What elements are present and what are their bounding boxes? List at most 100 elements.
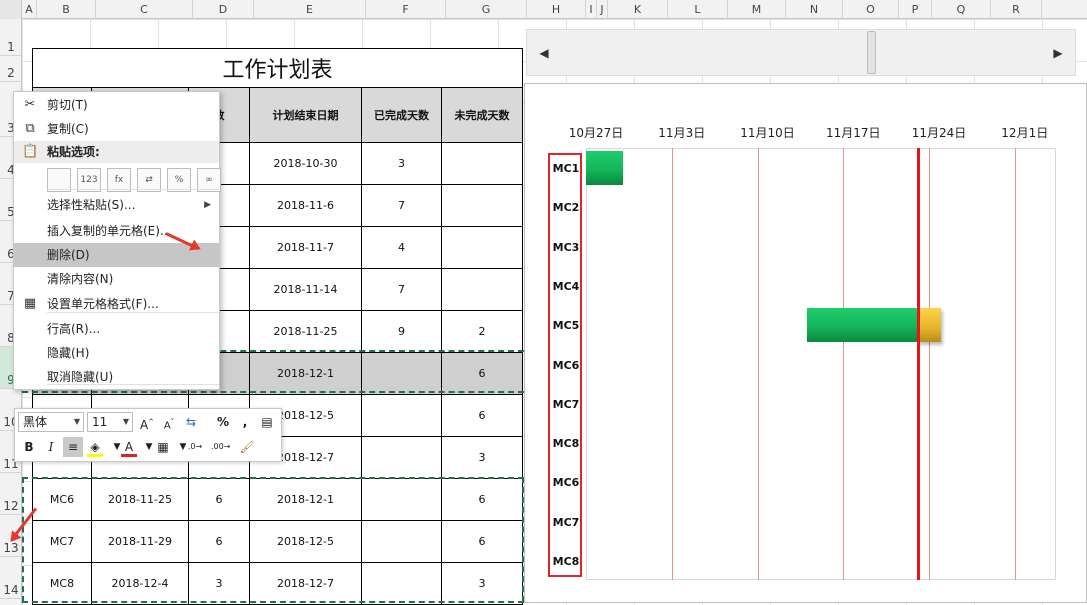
column-header[interactable]: J — [597, 0, 608, 19]
table-cell[interactable] — [361, 520, 442, 563]
number-format-icon[interactable]: ⇆ — [183, 412, 199, 432]
context-menu-item[interactable]: 行高(R)... — [14, 317, 219, 341]
table-cell[interactable]: 3 — [188, 562, 250, 605]
remaining-bar[interactable] — [916, 308, 942, 343]
align-center-button[interactable]: ≡ — [63, 437, 83, 457]
table-cell[interactable]: 2018-11-25 — [249, 310, 362, 353]
table-cell[interactable]: 2018-11-29 — [91, 520, 189, 563]
column-header[interactable]: E — [254, 0, 366, 19]
column-header[interactable]: N — [786, 0, 843, 19]
table-cell[interactable] — [441, 184, 523, 227]
column-header[interactable]: F — [366, 0, 446, 19]
table-cell[interactable]: 2018-12-1 — [249, 478, 362, 521]
table-cell[interactable] — [361, 394, 442, 437]
table-cell[interactable]: 4 — [361, 226, 442, 269]
table-cell[interactable]: 2018-12-1 — [249, 352, 362, 395]
context-menu-item[interactable]: ✂ 剪切(T) — [14, 93, 219, 117]
decrease-font-icon[interactable]: A˅ — [161, 412, 177, 432]
column-header[interactable]: A — [22, 0, 37, 19]
table-cell[interactable]: 2018-12-4 — [91, 562, 189, 605]
table-cell[interactable]: 6 — [188, 478, 250, 521]
select-all-corner[interactable] — [0, 0, 22, 19]
context-menu-item[interactable]: 删除(D) — [14, 243, 219, 267]
column-header[interactable]: H — [527, 0, 586, 19]
scroll-right-button[interactable]: ▶ — [1041, 30, 1075, 75]
column-header[interactable]: K — [608, 0, 668, 19]
column-header[interactable]: O — [843, 0, 899, 19]
row-header[interactable]: 14 — [0, 557, 22, 599]
format-painter-grid-icon[interactable]: ▤ — [259, 412, 275, 432]
context-menu-item[interactable]: 清除内容(N) — [14, 267, 219, 291]
context-menu-item[interactable]: 插入复制的单元格(E)... — [14, 219, 219, 243]
borders-icon[interactable]: ▦ — [155, 437, 171, 457]
column-header[interactable]: P — [899, 0, 932, 19]
completed-bar[interactable] — [806, 308, 917, 343]
table-cell[interactable] — [441, 226, 523, 269]
table-cell[interactable]: 6 — [441, 478, 523, 521]
table-cell[interactable]: 9 — [361, 310, 442, 353]
table-header-cell[interactable]: 已完成天数 — [361, 87, 442, 143]
table-cell[interactable]: 2018-11-6 — [249, 184, 362, 227]
context-menu-item[interactable]: 隐藏(H) — [14, 341, 219, 365]
table-cell[interactable]: 6 — [188, 520, 250, 563]
chart-scrollbar[interactable]: ◀ ▶ — [526, 29, 1076, 76]
column-header[interactable]: D — [193, 0, 254, 19]
table-cell[interactable] — [361, 562, 442, 605]
table-cell[interactable]: 3 — [361, 142, 442, 185]
font-name-select[interactable]: 黑体 ▼ — [18, 412, 84, 432]
format-painter-icon[interactable]: 🖌 — [239, 437, 255, 457]
fill-color-icon[interactable]: ◈ — [87, 437, 103, 457]
table-title[interactable]: 工作计划表 — [32, 48, 523, 88]
context-menu-item[interactable]: 选择性粘贴(S)... ▶ — [14, 193, 219, 217]
table-cell[interactable]: 6 — [441, 394, 523, 437]
row-header[interactable]: 12 — [0, 473, 22, 515]
table-cell[interactable] — [361, 478, 442, 521]
context-menu-item[interactable]: 取消隐藏(U) — [14, 365, 219, 389]
column-header[interactable]: R — [991, 0, 1042, 19]
table-cell[interactable]: MC6 — [32, 478, 92, 521]
column-header[interactable]: G — [446, 0, 527, 19]
table-cell[interactable] — [441, 268, 523, 311]
column-header[interactable]: Q — [932, 0, 991, 19]
gantt-plot-area[interactable] — [586, 148, 1056, 580]
percent-style-icon[interactable]: % — [215, 412, 231, 432]
table-cell[interactable]: 6 — [441, 352, 523, 395]
table-cell[interactable]: 2018-12-7 — [249, 562, 362, 605]
decrease-decimal-icon[interactable]: .00→ — [211, 437, 230, 457]
increase-font-icon[interactable]: A^ — [139, 412, 155, 432]
column-header[interactable]: C — [96, 0, 193, 19]
table-cell[interactable]: 6 — [441, 520, 523, 563]
table-cell[interactable]: 3 — [441, 562, 523, 605]
table-cell[interactable]: 2018-12-5 — [249, 520, 362, 563]
table-header-cell[interactable]: 未完成天数 — [441, 87, 523, 143]
table-cell[interactable]: 2018-11-7 — [249, 226, 362, 269]
row-header[interactable]: 1 — [0, 19, 22, 56]
table-header-cell[interactable]: 计划结束日期 — [249, 87, 362, 143]
context-menu-item[interactable]: ⧉ 复制(C) — [14, 117, 219, 141]
table-cell[interactable]: MC8 — [32, 562, 92, 605]
table-cell[interactable]: 3 — [441, 436, 523, 479]
table-cell[interactable]: MC7 — [32, 520, 92, 563]
font-size-select[interactable]: 11 ▼ — [87, 412, 133, 432]
comma-style-icon[interactable]: , — [237, 412, 253, 432]
scroll-thumb[interactable] — [867, 31, 876, 74]
bold-button[interactable]: B — [21, 437, 37, 457]
table-cell[interactable] — [441, 142, 523, 185]
table-cell[interactable]: 2 — [441, 310, 523, 353]
column-header[interactable]: L — [668, 0, 728, 19]
column-header[interactable]: M — [728, 0, 786, 19]
table-cell[interactable] — [361, 436, 442, 479]
table-cell[interactable]: 2018-11-14 — [249, 268, 362, 311]
table-cell[interactable]: 7 — [361, 268, 442, 311]
table-cell[interactable] — [361, 352, 442, 395]
table-cell[interactable]: 7 — [361, 184, 442, 227]
increase-decimal-icon[interactable]: .0→ — [187, 437, 203, 457]
italic-button[interactable]: I — [43, 437, 59, 457]
completed-bar[interactable] — [586, 151, 623, 185]
scroll-left-button[interactable]: ◀ — [527, 30, 561, 75]
table-cell[interactable]: 2018-11-25 — [91, 478, 189, 521]
font-color-icon[interactable]: A — [121, 437, 137, 457]
column-header[interactable]: I — [586, 0, 597, 19]
column-header[interactable]: B — [37, 0, 96, 19]
row-header[interactable]: 2 — [0, 56, 22, 82]
